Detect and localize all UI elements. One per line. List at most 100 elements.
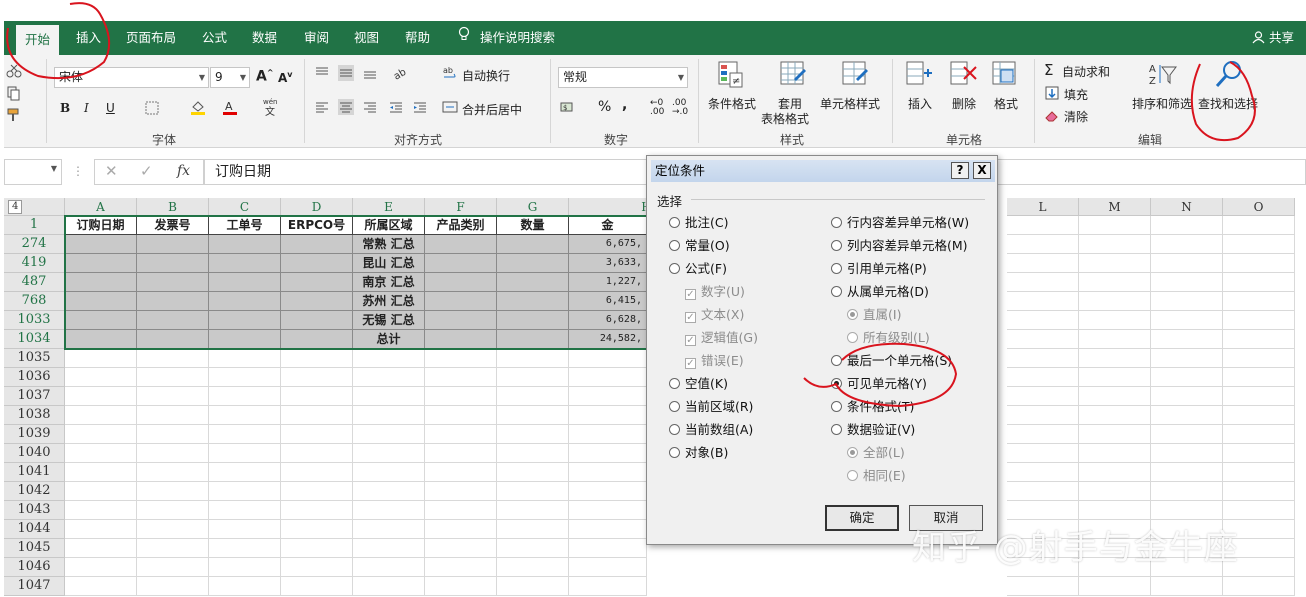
percent-icon[interactable]: % <box>598 99 611 115</box>
table-cell[interactable] <box>137 577 209 596</box>
find-search-icon[interactable] <box>1214 59 1241 88</box>
increase-indent-icon[interactable] <box>412 99 428 115</box>
wrap-text-button[interactable]: 自动换行 <box>462 67 510 84</box>
row-header-1044[interactable]: 1044 <box>4 520 65 539</box>
align-right-icon[interactable] <box>362 99 378 115</box>
table-cell[interactable] <box>1079 330 1151 349</box>
close-button[interactable]: X <box>973 162 991 179</box>
tab-review[interactable]: 审阅 <box>304 21 329 55</box>
table-cell[interactable] <box>65 330 137 349</box>
table-cell[interactable] <box>353 444 425 463</box>
table-cell[interactable] <box>497 406 569 425</box>
column-header-d[interactable]: D <box>281 198 353 216</box>
table-cell[interactable] <box>497 387 569 406</box>
table-cell[interactable] <box>1151 387 1223 406</box>
table-cell[interactable] <box>497 539 569 558</box>
table-cell[interactable] <box>137 425 209 444</box>
row-header-1033[interactable]: 1033 <box>4 311 65 330</box>
table-cell[interactable] <box>425 463 497 482</box>
table-cell[interactable] <box>497 425 569 444</box>
format-painter-icon[interactable] <box>6 107 22 123</box>
radio-option[interactable]: 当前数组(A) <box>669 421 753 439</box>
table-cell[interactable] <box>281 501 353 520</box>
table-cell[interactable] <box>281 292 353 311</box>
table-cell[interactable] <box>281 463 353 482</box>
table-cell[interactable] <box>497 273 569 292</box>
help-button[interactable]: ? <box>951 162 969 179</box>
table-cell[interactable] <box>353 577 425 596</box>
table-cell[interactable] <box>353 558 425 577</box>
table-cell[interactable] <box>497 482 569 501</box>
merge-center-button[interactable]: 合并后居中 <box>462 101 522 118</box>
row-header-1041[interactable]: 1041 <box>4 463 65 482</box>
table-cell[interactable] <box>497 501 569 520</box>
table-cell[interactable] <box>1007 482 1079 501</box>
header-cell[interactable]: 订购日期 <box>65 216 137 235</box>
table-cell[interactable] <box>1007 577 1079 596</box>
table-cell[interactable] <box>137 387 209 406</box>
table-cell[interactable] <box>353 501 425 520</box>
table-cell[interactable] <box>1223 330 1295 349</box>
align-middle-icon[interactable] <box>338 65 354 81</box>
table-cell[interactable] <box>1151 254 1223 273</box>
bold-icon[interactable]: B <box>60 101 70 115</box>
table-cell[interactable] <box>353 406 425 425</box>
radio-option[interactable]: 最后一个单元格(S) <box>831 352 952 370</box>
table-cell[interactable] <box>209 387 281 406</box>
table-cell[interactable] <box>209 444 281 463</box>
region-subtotal-cell[interactable]: 苏州 汇总 <box>353 292 425 311</box>
radio-option[interactable]: 对象(B) <box>669 444 728 462</box>
row-header-1046[interactable]: 1046 <box>4 558 65 577</box>
table-cell[interactable] <box>1079 292 1151 311</box>
font-color-icon[interactable]: A <box>222 99 238 115</box>
table-cell[interactable] <box>137 349 209 368</box>
table-cell[interactable] <box>209 254 281 273</box>
table-cell[interactable] <box>497 463 569 482</box>
table-cell[interactable] <box>1079 425 1151 444</box>
ok-button[interactable]: 确定 <box>825 505 899 531</box>
table-cell[interactable] <box>497 235 569 254</box>
table-cell[interactable] <box>281 368 353 387</box>
table-cell[interactable] <box>65 311 137 330</box>
cell-styles-button[interactable]: 单元格样式 <box>820 95 880 112</box>
region-subtotal-cell[interactable]: 常熟 汇总 <box>353 235 425 254</box>
table-cell[interactable] <box>281 254 353 273</box>
table-cell[interactable] <box>65 254 137 273</box>
table-cell[interactable] <box>281 577 353 596</box>
radio-option[interactable]: 空值(K) <box>669 375 728 393</box>
table-cell[interactable] <box>353 349 425 368</box>
table-cell[interactable] <box>209 235 281 254</box>
table-cell[interactable] <box>425 235 497 254</box>
table-cell[interactable] <box>1223 311 1295 330</box>
table-cell[interactable] <box>1151 273 1223 292</box>
table-cell[interactable] <box>497 330 569 349</box>
cut-icon[interactable] <box>6 63 22 79</box>
table-cell[interactable] <box>1151 425 1223 444</box>
table-cell[interactable] <box>281 349 353 368</box>
table-cell[interactable] <box>209 501 281 520</box>
radio-option[interactable]: 引用单元格(P) <box>831 260 927 278</box>
table-cell[interactable] <box>353 539 425 558</box>
table-cell[interactable] <box>1079 482 1151 501</box>
table-cell[interactable] <box>425 254 497 273</box>
radio-option[interactable]: 列内容差异单元格(M) <box>831 237 968 255</box>
table-cell[interactable] <box>425 406 497 425</box>
table-cell[interactable] <box>209 406 281 425</box>
table-cell[interactable] <box>209 349 281 368</box>
format-as-table-label-2[interactable]: 表格格式 <box>761 110 809 127</box>
amount-cell[interactable]: 24,582, <box>569 330 647 349</box>
sigma-icon[interactable]: Σ <box>1044 61 1053 79</box>
table-cell[interactable] <box>425 311 497 330</box>
region-subtotal-cell[interactable]: 无锡 汇总 <box>353 311 425 330</box>
cancel-icon[interactable]: ✕ <box>105 162 118 180</box>
fill-down-icon[interactable] <box>1044 85 1060 101</box>
header-cell[interactable]: 发票号 <box>137 216 209 235</box>
row-header-1[interactable]: 1 <box>4 216 65 235</box>
table-cell[interactable] <box>65 577 137 596</box>
table-cell[interactable] <box>281 311 353 330</box>
tab-data[interactable]: 数据 <box>252 21 277 55</box>
table-cell[interactable] <box>1007 387 1079 406</box>
table-cell[interactable] <box>569 539 647 558</box>
find-select-button[interactable]: 查找和选择 <box>1198 95 1258 112</box>
table-cell[interactable] <box>209 482 281 501</box>
